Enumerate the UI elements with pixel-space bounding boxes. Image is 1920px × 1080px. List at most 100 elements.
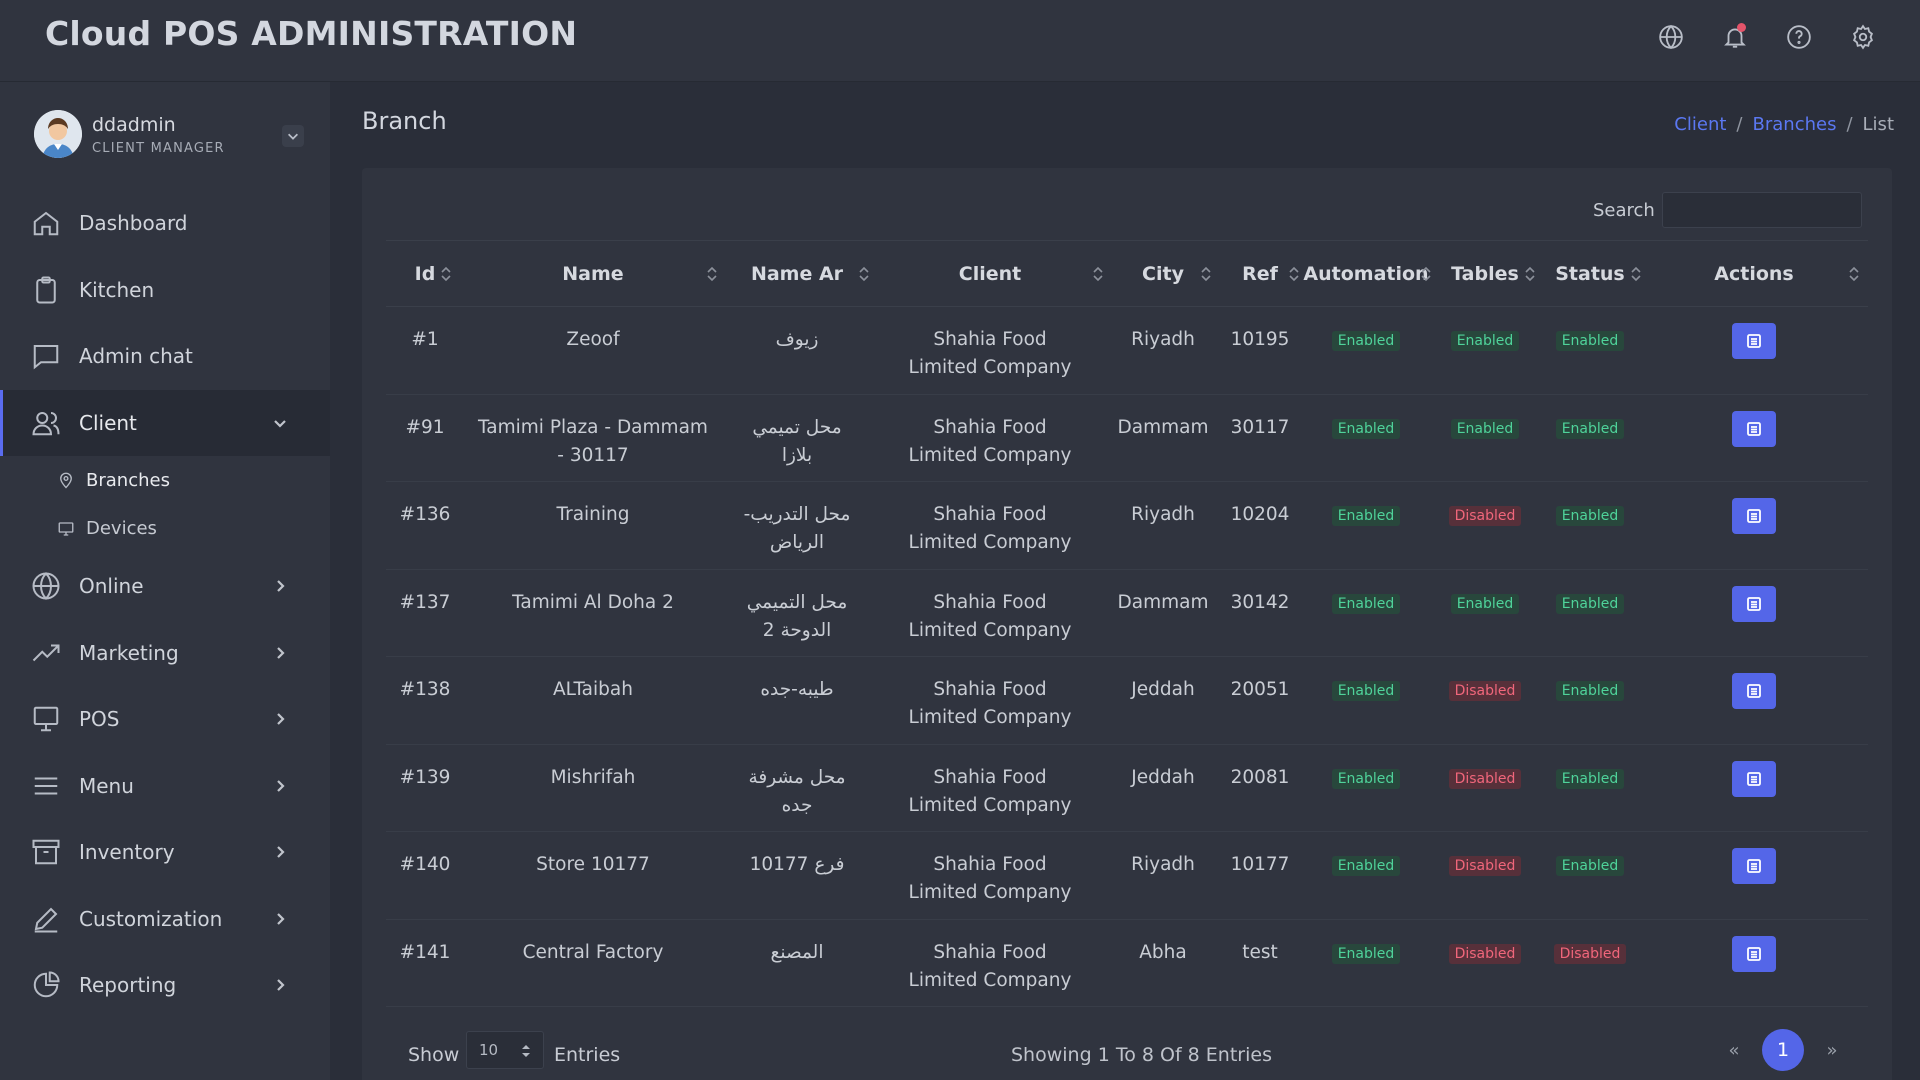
view-button[interactable] (1732, 585, 1776, 622)
cell-actions (1640, 569, 1868, 657)
sidebar-item-label: Admin chat (79, 344, 193, 369)
cell-name: Tamimi Plaza - Dammam - 30117 (464, 394, 722, 482)
breadcrumb-client[interactable]: Client (1674, 114, 1726, 135)
globe-icon (30, 570, 62, 602)
column-header-client[interactable]: Client (872, 240, 1108, 307)
monitor-icon (30, 703, 62, 735)
view-button[interactable] (1732, 323, 1776, 359)
globe-icon[interactable] (1652, 20, 1690, 54)
cell-name-ar: زيوف (722, 306, 872, 395)
cell-id: #137 (386, 569, 464, 657)
sidebar-item-inventory[interactable]: Inventory (0, 819, 330, 886)
cell-ref: test (1218, 919, 1302, 1007)
cell-id: #139 (386, 744, 464, 832)
table-row: #141 Central Factory المصنع Shahia Food Lim… (386, 919, 1868, 1007)
sidebar-item-label: POS (79, 707, 120, 732)
chevron-down-icon (272, 415, 288, 431)
sidebar-item-label: Menu (79, 773, 134, 798)
status-badge: Enabled (1450, 593, 1520, 614)
cell-name: Store 10177 (464, 831, 722, 920)
sidebar-item-pos[interactable]: POS (0, 686, 330, 753)
pagination-page-1[interactable]: 1 (1762, 1029, 1804, 1071)
sidebar-item-reporting[interactable]: Reporting (0, 952, 330, 1019)
view-button[interactable] (1732, 673, 1776, 709)
sidebar-item-menu[interactable]: Menu (0, 753, 330, 820)
view-button[interactable] (1732, 935, 1776, 972)
help-icon[interactable] (1780, 20, 1818, 54)
sidebar-subitem-branches[interactable]: Branches (0, 456, 330, 505)
table-row: #137 Tamimi Al Doha 2 محل التميمي الدوحة 2… (386, 569, 1868, 657)
column-header-city[interactable]: City (1108, 240, 1218, 307)
sidebar-subitem-devices[interactable]: Devices (0, 505, 330, 554)
cell-actions (1640, 831, 1868, 920)
sidebar-item-dashboard[interactable]: Dashboard (0, 190, 330, 257)
list-icon (1747, 509, 1761, 523)
cell-tables: Disabled (1430, 656, 1540, 745)
cell-city: Dammam (1108, 394, 1218, 482)
cell-client: Shahia Food Limited Company (872, 569, 1108, 657)
cell-status: Enabled (1540, 744, 1640, 832)
sidebar-item-online[interactable]: Online (0, 553, 330, 620)
column-header-ref[interactable]: Ref (1218, 240, 1302, 307)
cell-name-ar: محل التميمي الدوحة 2 (722, 569, 872, 657)
user-menu-toggle[interactable] (282, 125, 304, 147)
cell-tables: Enabled (1430, 306, 1540, 395)
cell-status: Enabled (1540, 394, 1640, 482)
page-size-select[interactable]: 10 (466, 1031, 544, 1069)
breadcrumb: Client / Branches / List (1674, 114, 1894, 135)
search-label: Search (1593, 200, 1655, 221)
view-button[interactable] (1732, 848, 1776, 884)
avatar (34, 110, 82, 158)
bell-icon[interactable] (1716, 20, 1754, 54)
view-button[interactable] (1732, 760, 1776, 797)
cell-automation: Enabled (1302, 919, 1430, 1007)
view-button[interactable] (1732, 498, 1776, 534)
status-badge: Enabled (1450, 331, 1520, 351)
status-badge: Enabled (1331, 681, 1401, 701)
cell-id: #91 (386, 394, 464, 482)
breadcrumb-branches[interactable]: Branches (1753, 114, 1837, 135)
column-header-actions[interactable]: Actions (1640, 240, 1868, 307)
cell-status: Enabled (1540, 656, 1640, 745)
column-header-automation[interactable]: Automation (1302, 240, 1431, 307)
column-header-name-ar[interactable]: Name Ar (722, 240, 872, 307)
sidebar-subitem-label: Branches (86, 469, 170, 491)
sidebar-item-label: Kitchen (79, 277, 155, 302)
sidebar-item-kitchen[interactable]: Kitchen (0, 257, 330, 324)
cell-tables: Enabled (1430, 569, 1540, 657)
status-badge: Disabled (1448, 506, 1522, 526)
pagination-next[interactable]: » (1820, 1040, 1844, 1061)
status-badge: Disabled (1448, 681, 1522, 701)
list-icon (1747, 334, 1761, 348)
view-button[interactable] (1732, 410, 1776, 447)
cell-ref: 10195 (1218, 306, 1302, 395)
chevron-right-icon (272, 911, 288, 927)
user-profile[interactable]: ddadmin CLIENT MANAGER (34, 108, 304, 168)
sidebar-item-admin-chat[interactable]: Admin chat (0, 323, 330, 390)
column-header-tables[interactable]: Tables (1430, 240, 1540, 307)
gear-icon[interactable] (1844, 20, 1882, 54)
sidebar-item-client[interactable]: Client (0, 389, 330, 456)
sidebar-item-label: Customization (79, 906, 223, 931)
cell-tables: Disabled (1430, 831, 1540, 920)
cell-name-ar: محل تميمي بلازا (722, 394, 872, 482)
users-icon (30, 407, 62, 439)
pagination-prev[interactable]: « (1722, 1040, 1746, 1061)
chevron-down-icon (288, 133, 298, 140)
table-row: #1 Zeoof زيوف Shahia Food Limited Company Ri… (386, 306, 1868, 395)
top-icons (1652, 20, 1882, 54)
cell-id: #140 (386, 831, 464, 920)
column-header-status[interactable]: Status (1540, 240, 1641, 307)
search-input[interactable] (1662, 192, 1862, 228)
sidebar-item-marketing[interactable]: Marketing (0, 620, 330, 687)
column-header-name[interactable]: Name (464, 240, 722, 307)
footer-show-label: Show (408, 1044, 460, 1066)
table-header-row: Id Name Name Ar Client City Ref Automati… (386, 240, 1868, 307)
cell-status: Enabled (1540, 831, 1640, 920)
column-header-id[interactable]: Id (386, 240, 464, 307)
cell-name: Mishrifah (464, 744, 722, 832)
cell-automation: Enabled (1302, 569, 1430, 657)
table-row: #138 ALTaibah طيبه-جده Shahia Food Limited … (386, 656, 1868, 745)
branch-table-card: Search Id Name Name Ar Client City Ref A… (362, 168, 1892, 1080)
sidebar-item-customization[interactable]: Customization (0, 886, 330, 953)
